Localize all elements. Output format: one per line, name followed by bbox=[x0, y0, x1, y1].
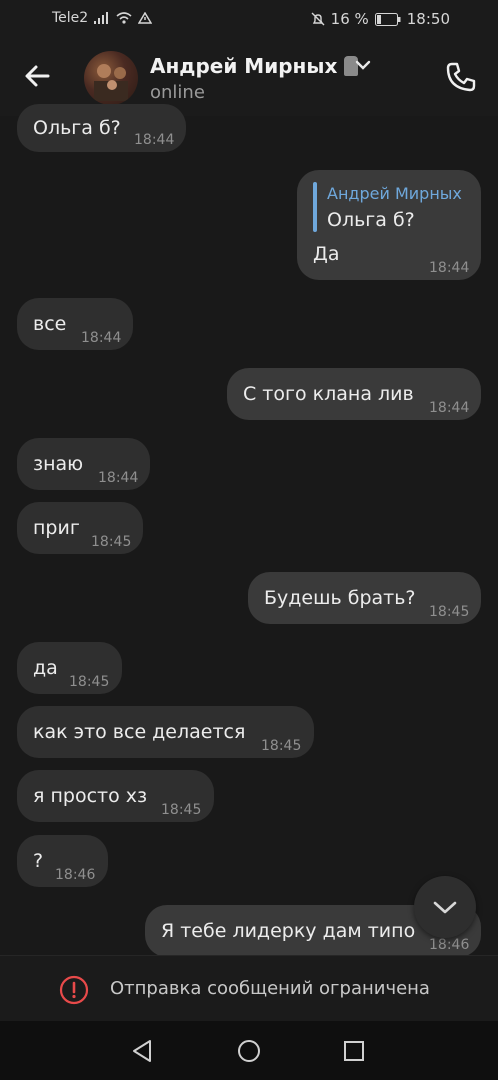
contact-name[interactable]: Андрей Мирных bbox=[150, 54, 359, 78]
error-icon bbox=[59, 975, 89, 1005]
system-nav-bar bbox=[0, 1021, 498, 1080]
signal-icon bbox=[94, 12, 109, 24]
message-incoming[interactable]: Ольга б? 18:44 bbox=[17, 104, 186, 152]
message-incoming[interactable]: да 18:45 bbox=[17, 642, 122, 694]
reply-quote[interactable] bbox=[313, 182, 317, 232]
status-bar: Tele2 16 % 18:50 bbox=[0, 0, 498, 38]
nav-home-icon[interactable] bbox=[237, 1039, 261, 1063]
warning-icon bbox=[138, 12, 153, 24]
nav-back-icon[interactable] bbox=[131, 1039, 153, 1063]
message-incoming[interactable]: знаю 18:44 bbox=[17, 438, 150, 490]
mute-bell-icon bbox=[311, 12, 325, 26]
reply-author: Андрей Мирных bbox=[327, 184, 462, 203]
message-incoming[interactable]: приг 18:45 bbox=[17, 502, 143, 554]
chevron-down-icon bbox=[433, 901, 457, 914]
message-outgoing[interactable]: Будешь брать? 18:45 bbox=[248, 572, 481, 624]
message-incoming[interactable]: я просто хз 18:45 bbox=[17, 770, 214, 822]
message-incoming[interactable]: как это все делается 18:45 bbox=[17, 706, 314, 758]
nav-recents-icon[interactable] bbox=[343, 1040, 365, 1062]
reply-text: Ольга б? bbox=[327, 209, 415, 231]
clock: 18:50 bbox=[406, 10, 450, 28]
message-outgoing[interactable]: С того клана лив 18:44 bbox=[227, 368, 481, 420]
restricted-text: Отправка сообщений ограничена bbox=[110, 978, 430, 999]
message-outgoing-reply[interactable]: Андрей Мирных Ольга б? Да 18:44 bbox=[297, 170, 481, 280]
contact-status: online bbox=[150, 82, 205, 103]
battery-percent: 16 % bbox=[330, 10, 369, 28]
messaging-restricted-bar: Отправка сообщений ограничена bbox=[0, 955, 498, 1022]
back-arrow-icon[interactable] bbox=[22, 60, 54, 92]
chevron-down-icon[interactable] bbox=[354, 58, 372, 72]
wifi-icon bbox=[116, 12, 132, 24]
message-incoming[interactable]: все 18:44 bbox=[17, 298, 133, 350]
phone-icon[interactable] bbox=[444, 60, 478, 94]
message-incoming[interactable]: ? 18:46 bbox=[17, 835, 108, 887]
scroll-down-button[interactable] bbox=[414, 876, 476, 938]
avatar[interactable] bbox=[84, 51, 138, 105]
carrier-label: Tele2 bbox=[52, 10, 89, 26]
battery-icon bbox=[374, 12, 401, 26]
